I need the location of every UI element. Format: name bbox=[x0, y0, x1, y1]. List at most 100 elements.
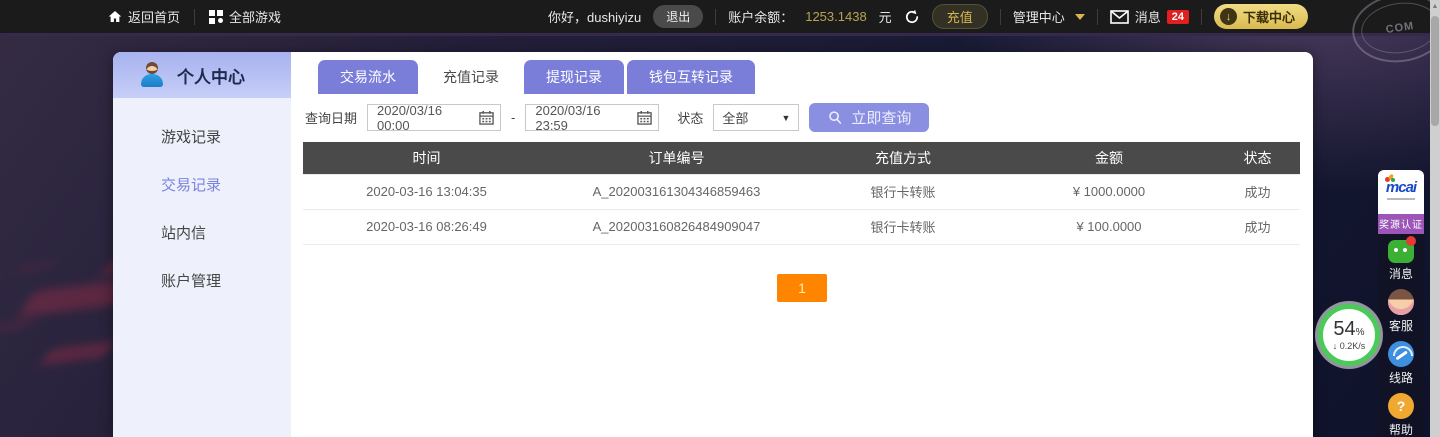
refresh-icon[interactable] bbox=[904, 9, 920, 25]
grid-icon bbox=[209, 9, 224, 24]
search-button[interactable]: 立即查询 bbox=[809, 103, 930, 132]
background-shape bbox=[0, 319, 36, 333]
scrollbar-thumb[interactable] bbox=[1431, 16, 1439, 126]
cell-order-id: A_202003161304346859463 bbox=[550, 173, 803, 210]
table-row: 2020-03-16 08:26:49 A_202003160826484909… bbox=[303, 209, 1300, 245]
sidebar-item-transaction-records[interactable]: 交易记录 bbox=[113, 160, 291, 208]
envelope-icon bbox=[1109, 9, 1129, 24]
home-icon bbox=[108, 11, 122, 22]
top-navigation-bar: 返回首页 全部游戏 你好，dushiyizu 退出 账户余额： 1253.143… bbox=[0, 0, 1430, 33]
tab-withdraw-records[interactable]: 提现记录 bbox=[524, 60, 624, 94]
greeting-text: 你好，dushiyizu bbox=[547, 10, 642, 25]
cell-method: 银行卡转账 bbox=[803, 209, 1003, 245]
scrollbar-up-arrow[interactable]: ▲ bbox=[1430, 3, 1440, 10]
all-games-link[interactable]: 全部游戏 bbox=[209, 7, 281, 26]
speed-value: ↓ 0.2K/s bbox=[1332, 341, 1366, 351]
personal-center-panel: 个人中心 游戏记录 交易记录 站内信 账户管理 交易流水 充值记录 提现记录 钱… bbox=[113, 52, 1313, 437]
widget-help-label: 帮助 bbox=[1388, 423, 1413, 437]
cell-status: 成功 bbox=[1215, 209, 1300, 245]
main-content: 交易流水 充值记录 提现记录 钱包互转记录 查询日期 2020/03/16 00… bbox=[291, 52, 1313, 437]
speed-percent-unit: % bbox=[1355, 327, 1365, 338]
sidebar-header: 个人中心 bbox=[113, 52, 291, 98]
home-link[interactable]: 返回首页 bbox=[108, 7, 180, 26]
divider bbox=[194, 8, 196, 25]
status-select[interactable]: 全部 ▼ bbox=[713, 104, 800, 131]
date-range-separator: - bbox=[511, 110, 516, 125]
date-from-input[interactable]: 2020/03/16 00:00 bbox=[367, 102, 502, 133]
records-table: 时间 订单编号 充值方式 金额 状态 2020-03-16 13:04:35 A… bbox=[303, 142, 1300, 245]
date-from-value: 2020/03/16 00:00 bbox=[377, 102, 443, 133]
cell-time: 2020-03-16 13:04:35 bbox=[303, 173, 550, 210]
accent-line bbox=[0, 33, 1440, 36]
logo-subtext-bar bbox=[1387, 198, 1415, 200]
column-header-status: 状态 bbox=[1215, 142, 1300, 174]
all-games-label: 全部游戏 bbox=[229, 10, 282, 25]
speed-percent: 54 bbox=[1333, 318, 1356, 340]
page-scrollbar[interactable]: ▲ bbox=[1430, 0, 1440, 437]
column-header-amount: 金额 bbox=[1003, 142, 1215, 174]
chat-icon bbox=[1388, 236, 1416, 263]
divider bbox=[1096, 8, 1098, 25]
certification-band: 奖源认证 bbox=[1378, 214, 1424, 234]
date-range-label: 查询日期 bbox=[305, 111, 358, 126]
tab-transaction-flow[interactable]: 交易流水 bbox=[318, 60, 418, 94]
cell-order-id: A_202003160826484909047 bbox=[550, 209, 803, 245]
cell-amount: ¥ 100.0000 bbox=[1003, 209, 1215, 245]
query-toolbar: 查询日期 2020/03/16 00:00 - 2020/03/16 23:59… bbox=[305, 102, 1313, 133]
widget-help[interactable]: ? 帮助 bbox=[1378, 393, 1424, 437]
background-shape bbox=[40, 340, 116, 366]
table-header-row: 时间 订单编号 充值方式 金额 状态 bbox=[303, 142, 1300, 174]
messages-link[interactable]: 消息 24 bbox=[1109, 7, 1189, 26]
table-row: 2020-03-16 13:04:35 A_202003161304346859… bbox=[303, 173, 1300, 210]
customer-service-icon bbox=[1388, 289, 1414, 315]
recharge-button[interactable]: 充值 bbox=[931, 4, 988, 29]
widget-lines-label: 线路 bbox=[1388, 371, 1413, 385]
admin-center-menu[interactable]: 管理中心 bbox=[1013, 7, 1085, 26]
widget-service-label: 客服 bbox=[1388, 319, 1413, 333]
sidebar-item-account-management[interactable]: 账户管理 bbox=[113, 256, 291, 304]
divider bbox=[715, 8, 717, 25]
tab-bar: 交易流水 充值记录 提现记录 钱包互转记录 bbox=[291, 52, 1313, 94]
date-to-value: 2020/03/16 23:59 bbox=[535, 102, 601, 133]
date-to-input[interactable]: 2020/03/16 23:59 bbox=[525, 102, 660, 133]
widget-messages-label: 消息 bbox=[1388, 267, 1413, 281]
calendar-icon[interactable] bbox=[637, 110, 653, 125]
search-icon bbox=[829, 110, 842, 124]
messages-count-badge: 24 bbox=[1166, 9, 1189, 24]
admin-center-label: 管理中心 bbox=[1012, 10, 1065, 25]
select-arrow-icon: ▼ bbox=[781, 112, 791, 123]
speedometer-icon bbox=[1388, 341, 1414, 367]
cell-method: 银行卡转账 bbox=[803, 173, 1003, 210]
cell-amount: ¥ 1000.0000 bbox=[1003, 173, 1215, 210]
cell-time: 2020-03-16 08:26:49 bbox=[303, 209, 550, 245]
watermark-text: COM bbox=[1384, 20, 1416, 36]
page-1-button[interactable]: 1 bbox=[777, 274, 827, 302]
divider bbox=[999, 8, 1001, 25]
widget-customer-service[interactable]: 客服 bbox=[1378, 289, 1424, 334]
tab-recharge-records[interactable]: 充值记录 bbox=[421, 60, 521, 94]
balance-value: 1253.1438 bbox=[805, 9, 867, 24]
balance-label: 账户余额： bbox=[728, 10, 794, 25]
column-header-time: 时间 bbox=[303, 142, 550, 174]
network-speed-badge[interactable]: 54% ↓ 0.2K/s bbox=[1318, 304, 1380, 366]
widget-lines[interactable]: 线路 bbox=[1378, 341, 1424, 386]
sidebar-item-game-records[interactable]: 游戏记录 bbox=[113, 112, 291, 160]
calendar-icon[interactable] bbox=[479, 110, 494, 125]
chevron-down-icon bbox=[1074, 13, 1085, 20]
mcai-logo-badge[interactable]: mcai bbox=[1378, 170, 1424, 214]
logout-button[interactable]: 退出 bbox=[653, 5, 704, 28]
widget-icon-stack: 消息 客服 线路 ? 帮助 ⊤ bbox=[1378, 234, 1424, 437]
balance-unit: 元 bbox=[878, 10, 892, 25]
widget-messages[interactable]: 消息 bbox=[1378, 236, 1424, 282]
tab-wallet-transfer-records[interactable]: 钱包互转记录 bbox=[627, 60, 755, 94]
floating-sidebar-widget: mcai 奖源认证 消息 客服 线路 ? 帮助 ⊤ bbox=[1378, 170, 1424, 437]
cell-status: 成功 bbox=[1215, 173, 1300, 210]
download-center-button[interactable]: ↓ 下载中心 bbox=[1213, 4, 1308, 29]
pagination: 1 bbox=[291, 274, 1313, 302]
sidebar-title: 个人中心 bbox=[177, 67, 245, 87]
messages-label: 消息 bbox=[1134, 10, 1161, 25]
question-mark-icon: ? bbox=[1388, 393, 1414, 419]
status-label: 状态 bbox=[677, 111, 704, 126]
user-avatar-icon bbox=[139, 62, 165, 88]
sidebar-item-site-messages[interactable]: 站内信 bbox=[113, 208, 291, 256]
